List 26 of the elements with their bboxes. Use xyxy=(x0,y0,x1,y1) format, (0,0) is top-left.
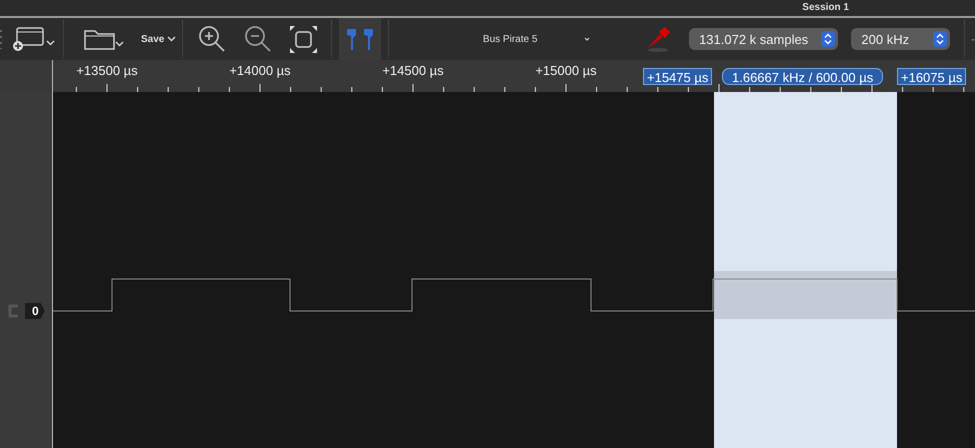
start-marker[interactable]: +15475 µs xyxy=(643,68,712,85)
zoom-in-icon[interactable] xyxy=(198,25,226,53)
new-session-button[interactable] xyxy=(12,25,56,53)
measurement-label: 1.66667 kHz / 600.00 µs xyxy=(722,68,884,85)
grip-icon xyxy=(0,29,4,49)
flags-icon xyxy=(346,28,374,50)
cursor-toggle-button[interactable] xyxy=(339,18,382,60)
time-label: +15000 µs xyxy=(535,63,597,78)
channel-icon xyxy=(7,304,19,318)
save-button[interactable]: Save xyxy=(140,34,176,44)
window-title: Session 1 xyxy=(802,1,849,15)
chevron-icon xyxy=(167,36,176,42)
time-label: +13500 µs xyxy=(76,63,138,78)
samples-select[interactable]: 131.072 k samples xyxy=(689,28,838,50)
device-dropdown[interactable]: Bus Pirate 5 xyxy=(397,24,592,54)
stepper-icon xyxy=(933,31,947,47)
end-marker[interactable]: +16075 µs xyxy=(897,68,966,85)
fit-to-screen-icon[interactable] xyxy=(290,26,318,52)
time-label: +14000 µs xyxy=(229,63,291,78)
stepper-icon xyxy=(821,31,836,47)
channel-label: 0 xyxy=(25,303,45,319)
rate-select[interactable]: 200 kHz xyxy=(851,28,950,50)
zoom-out-icon[interactable] xyxy=(244,25,272,53)
more-label: - xyxy=(971,32,975,46)
caret-icon xyxy=(583,36,592,42)
time-label: +14500 µs xyxy=(382,63,444,78)
